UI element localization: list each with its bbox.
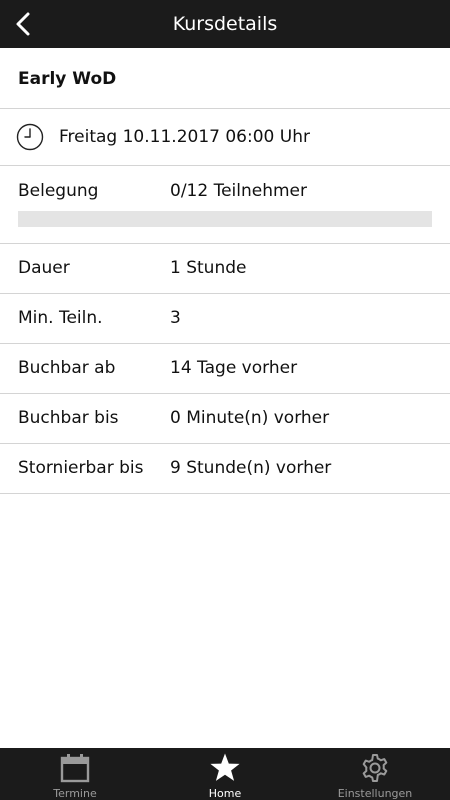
detail-row-min-participants: Min. Teiln. 3 — [0, 294, 450, 344]
detail-row-cancellable-until: Stornierbar bis 9 Stunde(n) vorher — [0, 444, 450, 494]
detail-label: Buchbar bis — [18, 408, 119, 428]
app-screen: Kursdetails Early WoD Freitag 10.11.2017… — [0, 0, 450, 800]
course-datetime: Freitag 10.11.2017 06:00 Uhr — [59, 127, 310, 147]
detail-row-bookable-from: Buchbar ab 14 Tage vorher — [0, 344, 450, 394]
detail-value: 3 — [170, 308, 181, 328]
nav-label: Home — [208, 787, 242, 800]
course-date-row: Freitag 10.11.2017 06:00 Uhr — [0, 109, 450, 166]
nav-item-termine[interactable]: Termine — [0, 748, 150, 800]
detail-value: 0 Minute(n) vorher — [170, 408, 330, 428]
detail-label: Min. Teiln. — [18, 308, 103, 328]
occupancy-progress-bar — [18, 211, 432, 227]
nav-item-einstellungen[interactable]: Einstellungen — [300, 748, 450, 800]
star-icon — [210, 753, 240, 781]
detail-label: Buchbar ab — [18, 358, 116, 378]
nav-item-home[interactable]: Home — [150, 748, 300, 800]
bottom-navigation: Termine Home Einstellungen — [0, 748, 450, 800]
gear-icon — [362, 754, 388, 782]
detail-label: Stornierbar bis — [18, 458, 144, 478]
occupancy-label: Belegung — [18, 181, 99, 201]
occupancy-value: 0/12 Teilnehmer — [170, 181, 307, 201]
detail-value: 1 Stunde — [170, 258, 247, 278]
occupancy-row: Belegung 0/12 Teilnehmer — [0, 166, 450, 244]
nav-label: Einstellungen — [337, 787, 413, 800]
clock-icon — [16, 123, 44, 151]
course-details: Early WoD Freitag 10.11.2017 06:00 Uhr B… — [0, 48, 450, 494]
detail-row-bookable-until: Buchbar bis 0 Minute(n) vorher — [0, 394, 450, 444]
detail-value: 9 Stunde(n) vorher — [170, 458, 332, 478]
course-title: Early WoD — [0, 50, 450, 109]
nav-label: Termine — [53, 787, 97, 800]
calendar-icon — [60, 754, 90, 783]
top-bar: Kursdetails — [0, 0, 450, 48]
page-title: Kursdetails — [172, 13, 278, 35]
detail-value: 14 Tage vorher — [170, 358, 298, 378]
detail-label: Dauer — [18, 258, 70, 278]
detail-row-duration: Dauer 1 Stunde — [0, 244, 450, 294]
